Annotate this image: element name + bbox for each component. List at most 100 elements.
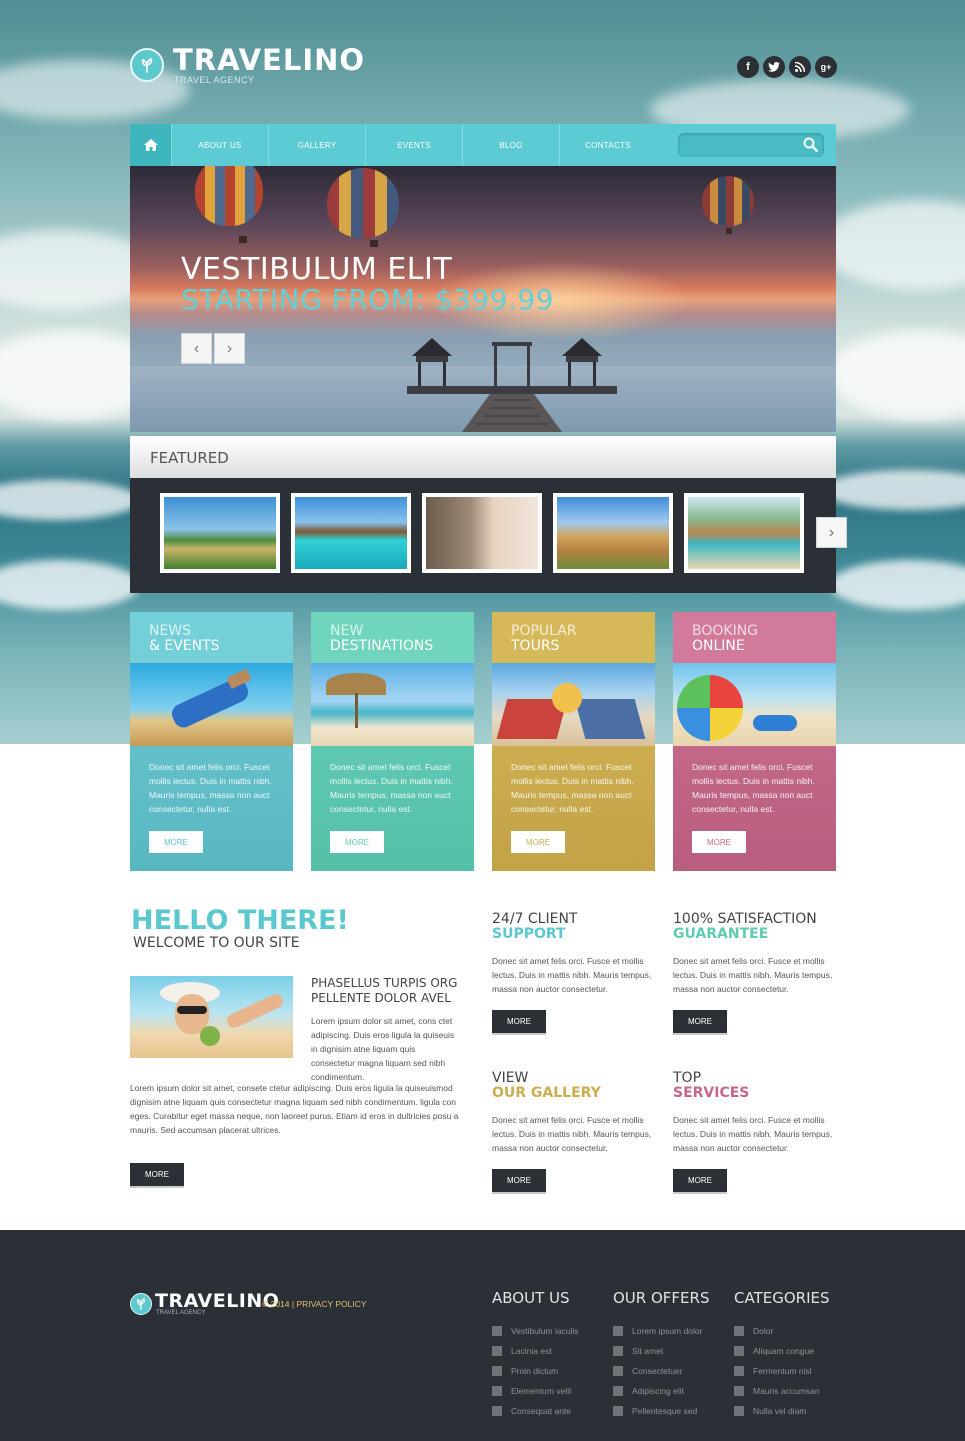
box-title-line2: TOURS	[511, 638, 560, 654]
nav-item-contacts[interactable]: CONTACTS	[559, 124, 656, 166]
box-text: Donec sit amet felis orci. Fuscet mollis…	[330, 762, 453, 814]
search-box	[678, 133, 824, 157]
featured-thumb-5[interactable]	[684, 493, 804, 573]
box-title-line1: POPULAR	[511, 623, 577, 639]
home-icon[interactable]	[130, 124, 171, 166]
twitter-icon[interactable]	[763, 56, 785, 78]
footer-link[interactable]: Fermentum nisl	[734, 1361, 830, 1381]
hello-heading: PHASELLUS TURPIS ORG PELLENTE DOLOR AVEL	[311, 976, 457, 1006]
main-nav: ABOUT US GALLERY EVENTS BLOG CONTACTS	[130, 124, 836, 166]
square-bullet-icon	[613, 1366, 623, 1376]
box-header: POPULAR TOURS	[492, 612, 655, 663]
footer-column-offers: OUR OFFERS Lorem ipsum dolor Sit amet Co…	[613, 1289, 709, 1421]
more-button[interactable]: MORE	[511, 831, 565, 853]
footer-link[interactable]: Proin dictum	[492, 1361, 579, 1381]
square-bullet-icon	[613, 1386, 623, 1396]
feature-title-line2: SERVICES	[673, 1085, 750, 1101]
feature-guarantee: 100% SATISFACTION GUARANTEE Donec sit am…	[673, 912, 838, 996]
hello-heading-line1: PHASELLUS TURPIS ORG	[311, 976, 458, 990]
featured-thumb-3[interactable]	[422, 493, 542, 573]
square-bullet-icon	[613, 1326, 623, 1336]
footer-column-about: ABOUT US Vestibulum iaculis Lacinia est …	[492, 1289, 579, 1421]
footer-link[interactable]: Lacinia est	[492, 1341, 579, 1361]
box-header: BOOKING ONLINE	[673, 612, 836, 663]
square-bullet-icon	[492, 1346, 502, 1356]
featured-title: FEATURED	[150, 449, 229, 467]
footer-link[interactable]: Elementum velit	[492, 1381, 579, 1401]
hero-prev-button[interactable]: ‹	[181, 333, 212, 364]
hello-paragraph-1: Lorem ipsum dolor sit amet, cons ctet ad…	[311, 1016, 455, 1082]
featured-thumb-1[interactable]	[160, 493, 280, 573]
site-logo[interactable]: TRAVELINO TRAVEL AGENCY	[130, 43, 370, 90]
feature-title-line2: GUARANTEE	[673, 926, 769, 942]
google-plus-icon[interactable]: g+	[815, 56, 837, 78]
footer-column-categories: CATEGORIES Dolor Aliquam congue Fermentu…	[734, 1289, 830, 1421]
hello-image	[130, 976, 293, 1058]
feature-support: 24/7 CLIENT SUPPORT Donec sit amet felis…	[492, 912, 657, 996]
featured-thumb-4[interactable]	[553, 493, 673, 573]
box-header: NEWS & EVENTS	[130, 612, 293, 663]
hello-heading-line2: PELLENTE DOLOR AVEL	[311, 991, 451, 1005]
box-title-line1: BOOKING	[692, 623, 759, 639]
gallery-more-button[interactable]: MORE	[492, 1169, 546, 1192]
support-more-button[interactable]: MORE	[492, 1010, 546, 1033]
footer-link[interactable]: Lorem ipsum dolor	[613, 1321, 709, 1341]
footer-brand-tagline: TRAVEL AGENCY	[156, 1310, 206, 1316]
box-title-line2: DESTINATIONS	[330, 638, 434, 654]
feature-text: Donec sit amet felis orci. Fusce et moll…	[673, 1115, 833, 1153]
facebook-icon[interactable]: f	[737, 56, 759, 78]
footer-copyright[interactable]: © 2014 | PRIVACY POLICY	[262, 1299, 367, 1309]
footer-link[interactable]: Vestibulum iaculis	[492, 1321, 579, 1341]
footer-link[interactable]: Nulla vel diam	[734, 1401, 830, 1421]
chevron-right-icon: ›	[226, 339, 233, 357]
footer-column-title: ABOUT US	[492, 1289, 570, 1307]
box-title-line2: & EVENTS	[149, 638, 220, 654]
feature-title-line2: OUR GALLERY	[492, 1085, 601, 1101]
search-input[interactable]	[684, 136, 794, 154]
box-header: NEW DESTINATIONS	[311, 612, 474, 663]
more-button[interactable]: MORE	[330, 831, 384, 853]
search-icon[interactable]	[803, 137, 819, 157]
footer-link[interactable]: Aliquam congue	[734, 1341, 830, 1361]
guarantee-more-button[interactable]: MORE	[673, 1010, 727, 1033]
feature-text: Donec sit amet felis orci. Fusce et moll…	[492, 956, 652, 994]
leaf-icon	[130, 48, 164, 82]
footer-link[interactable]: Sit amet	[613, 1341, 709, 1361]
hero-price: STARTING FROM: $399.99	[181, 283, 555, 316]
footer-link[interactable]: Adipiscing elit	[613, 1381, 709, 1401]
footer-link[interactable]: Consectetuer	[613, 1361, 709, 1381]
feature-services: TOP SERVICES Donec sit amet felis orci. …	[673, 1071, 838, 1155]
brand-name: TRAVELINO	[173, 43, 366, 77]
more-button[interactable]: MORE	[692, 831, 746, 853]
square-bullet-icon	[734, 1386, 744, 1396]
hello-more-button[interactable]: MORE	[130, 1163, 184, 1186]
square-bullet-icon	[492, 1366, 502, 1376]
square-bullet-icon	[492, 1326, 502, 1336]
nav-item-gallery[interactable]: GALLERY	[268, 124, 365, 166]
leaf-icon	[130, 1293, 152, 1315]
footer-link[interactable]: Pellentesque sed	[613, 1401, 709, 1421]
feature-title-line1: VIEW	[492, 1070, 529, 1086]
footer-link[interactable]: Mauris accumsan	[734, 1381, 830, 1401]
square-bullet-icon	[613, 1346, 623, 1356]
square-bullet-icon	[613, 1406, 623, 1416]
footer-link[interactable]: Consequat ante	[492, 1401, 579, 1421]
footer-column-title: CATEGORIES	[734, 1289, 830, 1307]
box-text: Donec sit amet felis orci. Fuscet mollis…	[511, 762, 634, 814]
box-title-line2: ONLINE	[692, 638, 745, 654]
more-button[interactable]: MORE	[149, 831, 203, 853]
box-new-destinations: NEW DESTINATIONS Donec sit amet felis or…	[311, 612, 474, 871]
hero-next-button[interactable]: ›	[214, 333, 245, 364]
hero-title: VESTIBULUM ELIT	[181, 252, 453, 287]
nav-item-about-us[interactable]: ABOUT US	[171, 124, 268, 166]
services-more-button[interactable]: MORE	[673, 1169, 727, 1192]
hello-subtitle: WELCOME TO OUR SITE	[133, 935, 300, 951]
featured-next-button[interactable]: ›	[816, 517, 847, 548]
footer: TRAVELINO TRAVEL AGENCY © 2014 | PRIVACY…	[0, 1230, 965, 1441]
footer-link[interactable]: Dolor	[734, 1321, 830, 1341]
rss-icon[interactable]	[789, 56, 811, 78]
nav-item-events[interactable]: EVENTS	[365, 124, 462, 166]
featured-thumb-2[interactable]	[291, 493, 411, 573]
feature-text: Donec sit amet felis orci. Fusce et moll…	[492, 1115, 652, 1153]
nav-item-blog[interactable]: BLOG	[462, 124, 559, 166]
